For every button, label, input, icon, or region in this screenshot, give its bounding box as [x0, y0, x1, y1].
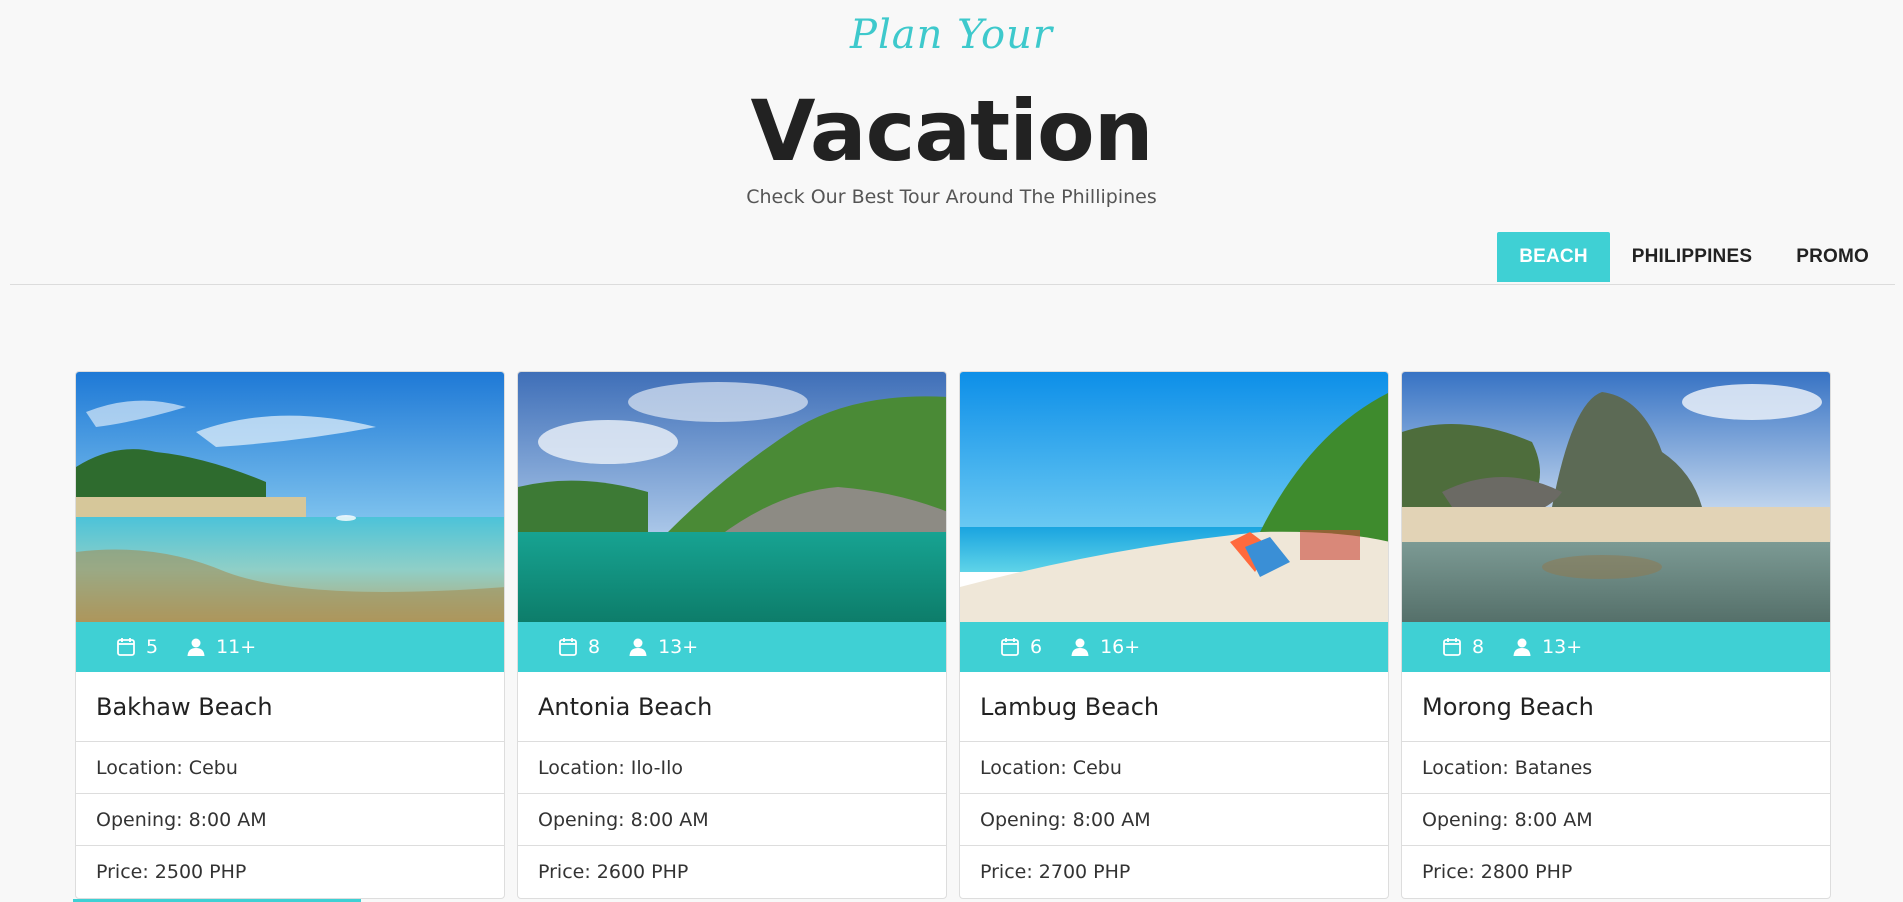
people-count: 11+	[216, 636, 257, 658]
page-header: Plan Your Vacation Check Our Best Tour A…	[0, 0, 1903, 285]
card-opening: Opening: 8:00 AM	[960, 794, 1388, 846]
people-count: 13+	[658, 636, 699, 658]
card-price: Price: 2800 PHP	[1422, 861, 1573, 883]
card-opening: Opening: 8:00 AM	[518, 794, 946, 846]
person-icon	[1513, 638, 1531, 656]
tab-philippines[interactable]: PHILIPPINES	[1610, 232, 1774, 282]
card-title: Lambug Beach	[960, 672, 1388, 742]
card-opening: Opening: 8:00 AM	[1402, 794, 1830, 846]
tour-card[interactable]: 8 13+ Antonia Beach Location: Ilo-Ilo Op…	[517, 371, 947, 899]
card-location: Location: Batanes	[1402, 742, 1830, 794]
calendar-icon	[1001, 638, 1019, 656]
tour-info-bar: 8 13+	[1402, 622, 1830, 672]
filter-tabs: BEACH PHILIPPINES PROMO	[1497, 232, 1891, 282]
person-icon	[187, 638, 205, 656]
beach-photo	[1402, 372, 1830, 622]
people-count: 13+	[1542, 636, 1583, 658]
card-price: Price: 2500 PHP	[96, 861, 247, 883]
card-location: Location: Cebu	[960, 742, 1388, 794]
page-subtitle: Check Our Best Tour Around The Phillipin…	[746, 186, 1157, 208]
card-title: Antonia Beach	[518, 672, 946, 742]
card-location: Location: Ilo-Ilo	[518, 742, 946, 794]
calendar-icon	[1443, 638, 1461, 656]
card-title: Morong Beach	[1402, 672, 1830, 742]
card-opening: Opening: 8:00 AM	[76, 794, 504, 846]
card-location: Location: Cebu	[76, 742, 504, 794]
days-count: 8	[588, 636, 601, 658]
people-count: 16+	[1100, 636, 1141, 658]
tab-beach[interactable]: BEACH	[1497, 232, 1610, 282]
card-title: Bakhaw Beach	[76, 672, 504, 742]
days-count: 5	[146, 636, 159, 658]
tour-card[interactable]: 6 16+ Lambug Beach Location: Cebu Openin…	[959, 371, 1389, 899]
script-title: Plan Your	[850, 12, 1053, 58]
tour-card-list: 5 11+ Bakhaw Beach Location: Cebu Openin…	[75, 371, 1831, 899]
person-icon	[629, 638, 647, 656]
tour-info-bar: 5 11+	[76, 622, 504, 672]
tour-info-bar: 8 13+	[518, 622, 946, 672]
days-count: 8	[1472, 636, 1485, 658]
tour-card[interactable]: 5 11+ Bakhaw Beach Location: Cebu Openin…	[75, 371, 505, 899]
beach-photo	[76, 372, 504, 622]
calendar-icon	[117, 638, 135, 656]
beach-photo	[960, 372, 1388, 622]
tour-card[interactable]: 8 13+ Morong Beach Location: Batanes Ope…	[1401, 371, 1831, 899]
beach-photo	[518, 372, 946, 622]
person-icon	[1071, 638, 1089, 656]
header-divider	[10, 284, 1895, 285]
card-price: Price: 2700 PHP	[980, 861, 1131, 883]
calendar-icon	[559, 638, 577, 656]
card-price: Price: 2600 PHP	[538, 861, 689, 883]
days-count: 6	[1030, 636, 1043, 658]
tab-promo[interactable]: PROMO	[1774, 232, 1891, 282]
page-title: Vacation	[750, 82, 1153, 180]
tour-info-bar: 6 16+	[960, 622, 1388, 672]
